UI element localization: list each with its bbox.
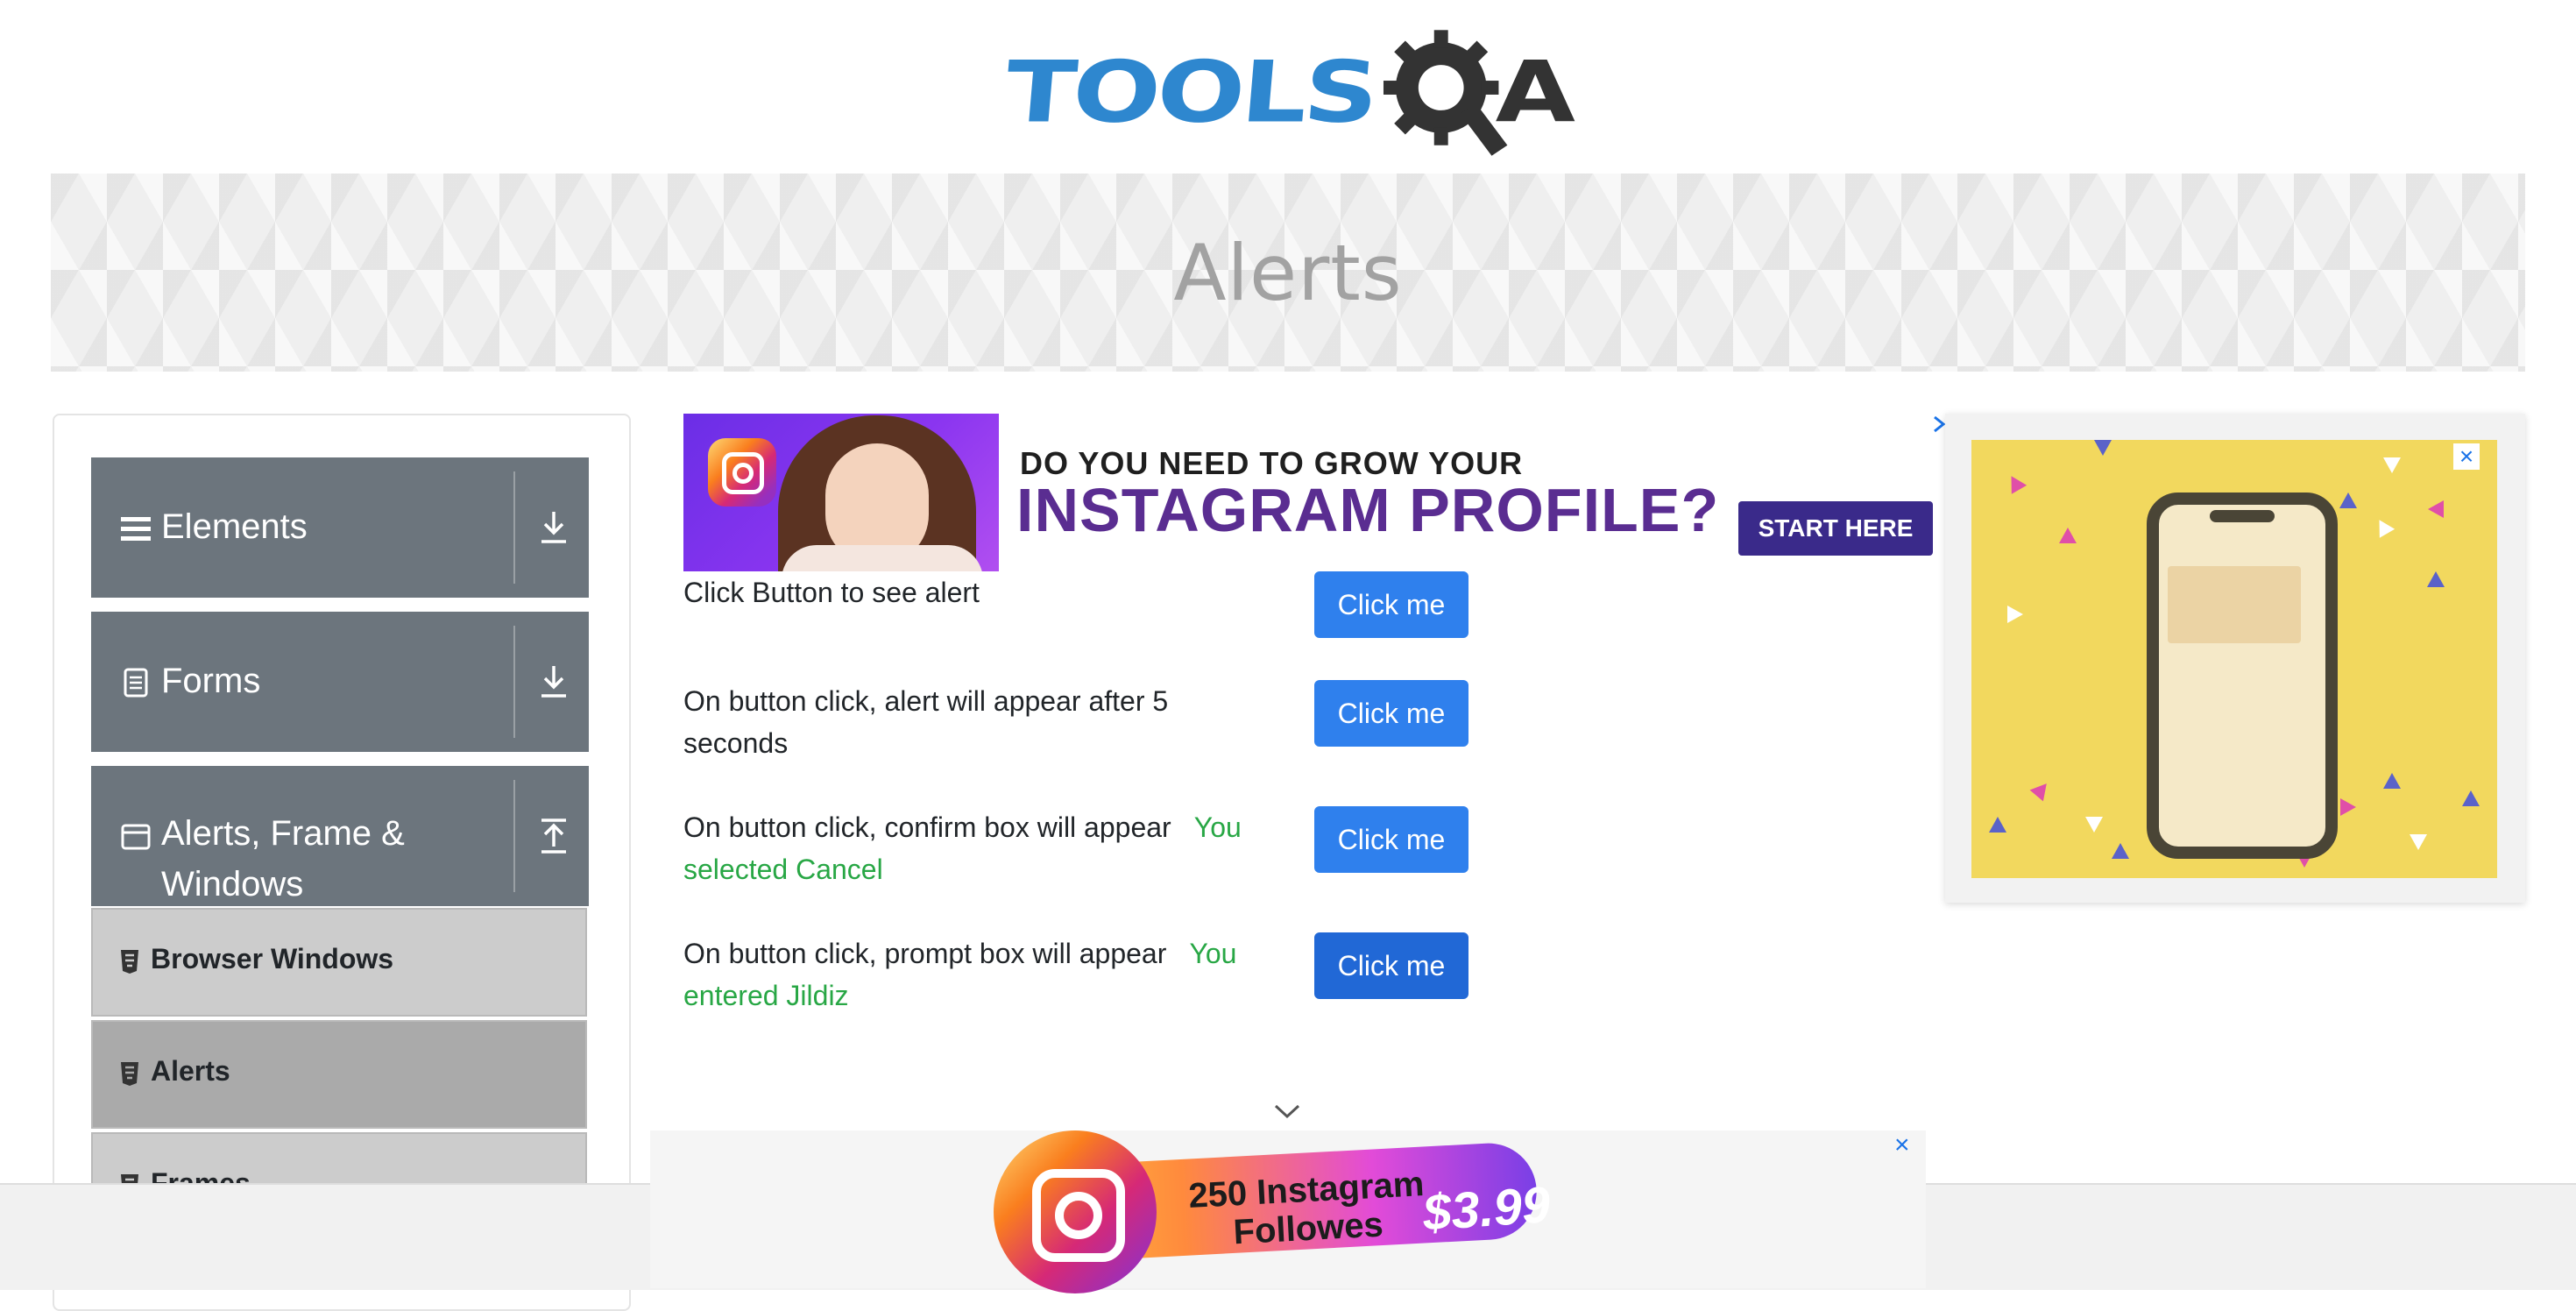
ad-offer-text: 250 Instagram Followes bbox=[1174, 1164, 1440, 1255]
confetti-shape bbox=[2007, 606, 2023, 623]
ad-photo-shirt bbox=[782, 545, 983, 571]
left-sidebar: Elements Forms Alerts, Frame & Windows B… bbox=[53, 414, 631, 1311]
alert-description-text: On button click, prompt box will appear bbox=[683, 938, 1167, 969]
ad-subheadline: INSTAGRAM PROFILE? bbox=[1016, 476, 1720, 544]
timer-alert-button[interactable]: Click me bbox=[1314, 680, 1468, 747]
ad-start-here-button[interactable]: START HERE bbox=[1738, 501, 1933, 556]
confetti-shape bbox=[2340, 798, 2356, 816]
sidebar-group-label: Forms bbox=[161, 662, 261, 700]
window-icon bbox=[121, 824, 151, 850]
phone-notch bbox=[2210, 510, 2275, 522]
sidebar-group-alerts-frame-windows[interactable]: Alerts, Frame & Windows bbox=[91, 766, 589, 906]
prompt-button[interactable]: Click me bbox=[1314, 932, 1468, 999]
toolsqa-logo[interactable]: TOOLS A bbox=[1001, 26, 1575, 158]
confetti-shape bbox=[2029, 777, 2054, 802]
instagram-icon bbox=[708, 438, 776, 507]
divider bbox=[513, 471, 515, 584]
upload-icon[interactable] bbox=[538, 818, 570, 854]
ad-image bbox=[1971, 440, 2497, 878]
sidebar-group-label: Elements bbox=[161, 507, 308, 546]
confetti-shape bbox=[2085, 817, 2103, 833]
divider bbox=[513, 780, 515, 892]
alert-description: On button click, confirm box will appear… bbox=[683, 806, 1279, 890]
confetti-shape bbox=[2462, 790, 2480, 806]
confetti-shape bbox=[2003, 471, 2028, 494]
divider bbox=[513, 626, 515, 738]
confetti-shape bbox=[2383, 457, 2401, 473]
confetti-shape bbox=[2371, 515, 2396, 538]
sidebar-item-browser-windows[interactable]: Browser Windows bbox=[91, 908, 587, 1017]
alert-description: On button click, prompt box will appear … bbox=[683, 932, 1279, 1017]
phone-illustration bbox=[2147, 493, 2338, 859]
download-icon[interactable] bbox=[538, 664, 570, 699]
alert-description: On button click, alert will appear after… bbox=[683, 680, 1209, 764]
sidebar-item-alerts[interactable]: Alerts bbox=[91, 1020, 587, 1129]
confetti-shape bbox=[2059, 528, 2077, 543]
alert-description-text: On button click, confirm box will appear bbox=[683, 811, 1171, 843]
confetti-shape bbox=[2427, 571, 2445, 587]
hamburger-icon bbox=[121, 517, 151, 541]
sidebar-group-forms[interactable]: Forms bbox=[91, 612, 589, 752]
phone-screen-block bbox=[2168, 566, 2301, 643]
confetti-shape bbox=[2410, 834, 2427, 850]
confetti-shape bbox=[1989, 817, 2006, 833]
document-icon bbox=[124, 668, 148, 698]
close-icon[interactable]: × bbox=[1894, 1130, 1910, 1160]
instagram-ad-banner[interactable]: DO YOU NEED TO GROW YOUR INSTAGRAM PROFI… bbox=[683, 414, 1933, 571]
page-title: Alerts bbox=[1173, 227, 1403, 318]
close-icon[interactable]: × bbox=[2453, 443, 2480, 470]
confetti-shape bbox=[2428, 500, 2444, 518]
instagram-icon bbox=[994, 1130, 1157, 1293]
alert-description: Click Button to see alert bbox=[683, 571, 1279, 613]
chevron-down-icon[interactable] bbox=[1274, 1102, 1300, 1120]
logo-text-a: A bbox=[1495, 42, 1575, 142]
html5-icon bbox=[121, 950, 138, 974]
sidebar-item-label: Browser Windows bbox=[151, 943, 394, 974]
instagram-followers-ad[interactable]: 250 Instagram Followes $3.99 × bbox=[650, 1130, 1926, 1293]
page-banner: Alerts bbox=[51, 174, 2525, 372]
confetti-shape bbox=[2339, 493, 2357, 508]
gear-q-icon bbox=[1384, 30, 1508, 156]
sidebar-item-label: Alerts bbox=[151, 1055, 230, 1087]
logo-text-tools: TOOLS bbox=[1001, 42, 1380, 142]
ad-price: $3.99 bbox=[1420, 1176, 1553, 1242]
alert-description-text: Click Button to see alert bbox=[683, 577, 980, 608]
confetti-shape bbox=[2094, 440, 2112, 456]
confetti-shape bbox=[2383, 773, 2401, 789]
sidebar-group-elements[interactable]: Elements bbox=[91, 457, 589, 598]
ad-image bbox=[683, 414, 999, 571]
sidebar-group-label: Alerts, Frame & Windows bbox=[161, 814, 405, 904]
confirm-button[interactable]: Click me bbox=[1314, 806, 1468, 873]
alert-description-text: On button click, alert will appear after… bbox=[683, 685, 1169, 759]
confetti-shape bbox=[2112, 843, 2129, 859]
phone-ad[interactable]: × bbox=[1945, 414, 2525, 903]
html5-icon bbox=[121, 1062, 138, 1086]
alert-button[interactable]: Click me bbox=[1314, 571, 1468, 638]
download-icon[interactable] bbox=[538, 510, 570, 545]
